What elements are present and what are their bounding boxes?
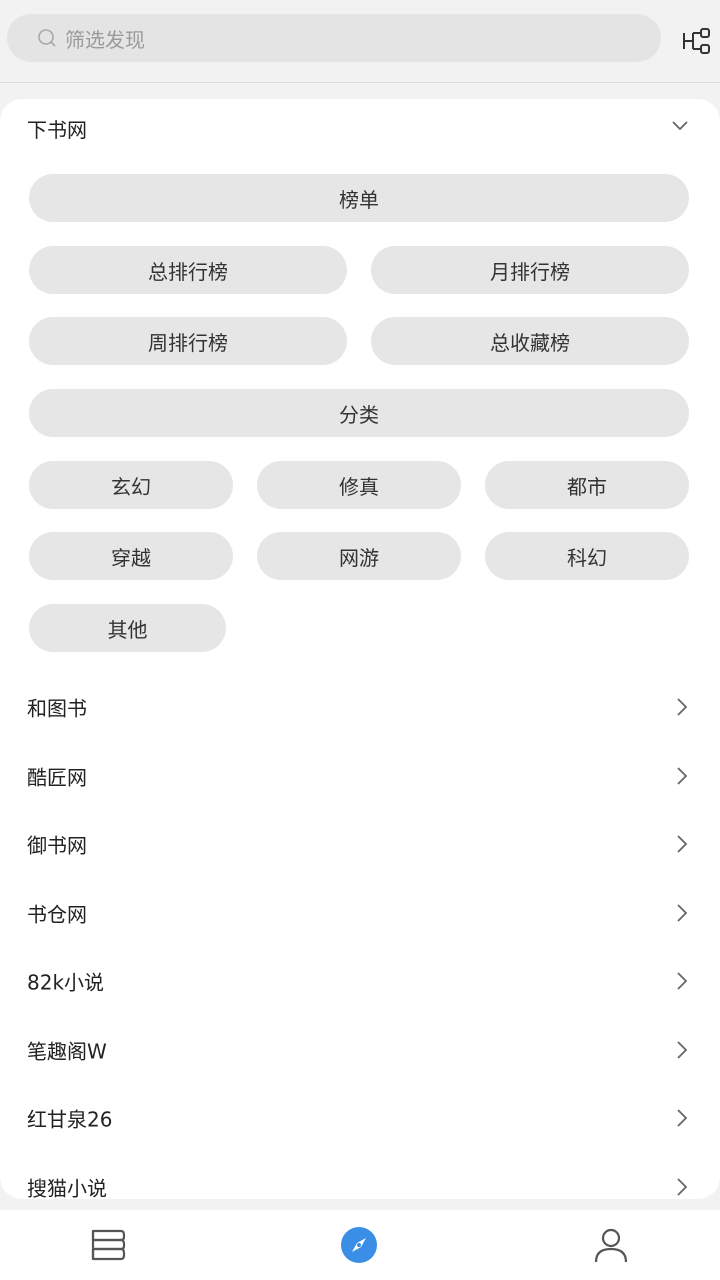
list-item[interactable]: 和图书 [0, 673, 720, 741]
chevron-right-icon [677, 1041, 688, 1059]
chip-other[interactable]: 其他 [29, 604, 226, 652]
chevron-right-icon [677, 972, 688, 990]
chip-total-rank[interactable]: 总排行榜 [29, 246, 347, 294]
chevron-right-icon [677, 698, 688, 716]
tree-structure-icon [683, 28, 710, 54]
chip-online-game[interactable]: 网游 [257, 532, 461, 580]
chip-fantasy[interactable]: 玄幻 [29, 461, 233, 509]
group-title: 下书网 [27, 118, 87, 142]
chip-rankings[interactable]: 榜单 [29, 174, 689, 222]
list-item[interactable]: 御书网 [0, 810, 720, 878]
nav-bookshelf[interactable] [86, 1224, 128, 1266]
list-item[interactable]: 笔趣阁W [0, 1016, 720, 1084]
search-icon [37, 28, 57, 48]
list-item[interactable]: 红甘泉26 [0, 1084, 720, 1152]
list-item[interactable]: 82k小说 [0, 947, 720, 1015]
bottom-navigation [0, 1210, 720, 1280]
list-item-label: 和图书 [27, 696, 87, 721]
list-item-label: 搜猫小说 [27, 1176, 107, 1200]
list-item-label: 82k小说 [27, 970, 105, 995]
list-item-label: 笔趣阁W [27, 1039, 107, 1064]
chip-cultivation[interactable]: 修真 [257, 461, 461, 509]
list-item-label: 书仓网 [27, 902, 87, 927]
list-item[interactable]: 酷匠网 [0, 742, 720, 810]
list-item[interactable]: 搜猫小说 [0, 1153, 720, 1199]
chip-favorites-rank[interactable]: 总收藏榜 [371, 317, 689, 365]
chevron-down-icon [672, 121, 688, 131]
chevron-right-icon [677, 835, 688, 853]
list-item-label: 红甘泉26 [27, 1107, 113, 1132]
list-item-label: 酷匠网 [27, 765, 87, 790]
chip-categories[interactable]: 分类 [29, 389, 689, 437]
bookshelf-icon [91, 1229, 126, 1261]
compass-icon [341, 1227, 377, 1263]
list-item[interactable]: 书仓网 [0, 879, 720, 947]
chip-time-travel[interactable]: 穿越 [29, 532, 233, 580]
chevron-right-icon [677, 1109, 688, 1127]
chip-scifi[interactable]: 科幻 [485, 532, 689, 580]
search-input[interactable]: 筛选发现 [7, 14, 661, 62]
list-item-label: 御书网 [27, 833, 87, 858]
chip-weekly-rank[interactable]: 周排行榜 [29, 317, 347, 365]
chip-urban[interactable]: 都市 [485, 461, 689, 509]
chevron-right-icon [677, 904, 688, 922]
discovery-list: 下书网 榜单 总排行榜 月排行榜 周排行榜 总收藏榜 分类 玄幻 修真 都市 穿… [0, 99, 720, 1199]
person-icon [594, 1228, 628, 1263]
chip-monthly-rank[interactable]: 月排行榜 [371, 246, 689, 294]
top-bar: 筛选发现 [0, 0, 720, 83]
group-header-xiashu[interactable]: 下书网 [0, 99, 720, 155]
chevron-right-icon [677, 767, 688, 785]
search-placeholder: 筛选发现 [65, 27, 145, 52]
chevron-right-icon [677, 1178, 688, 1196]
nav-profile[interactable] [590, 1224, 632, 1266]
tree-structure-button[interactable] [680, 24, 716, 56]
nav-discover[interactable] [338, 1224, 380, 1266]
